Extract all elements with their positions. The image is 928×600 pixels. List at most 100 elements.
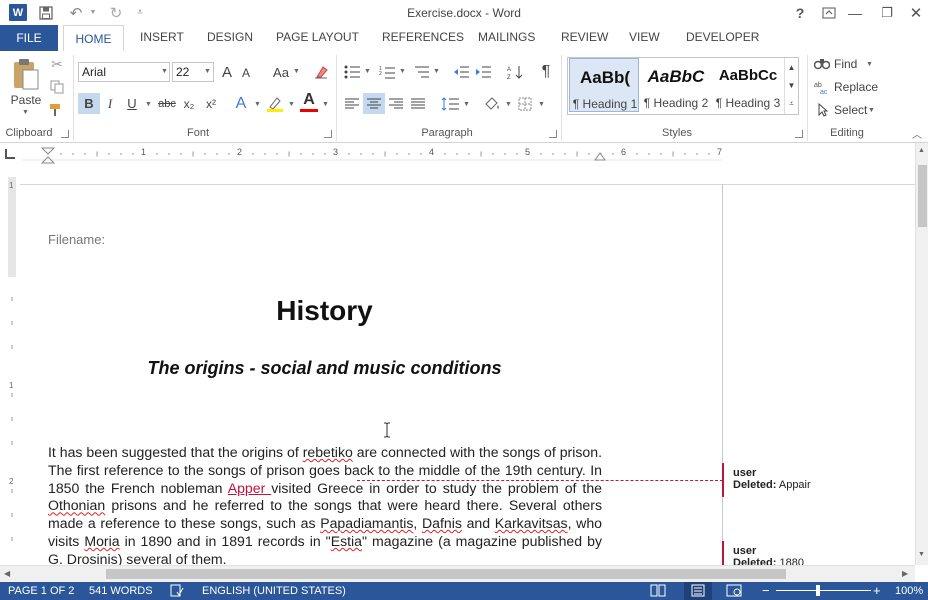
paste-icon[interactable] [8, 57, 44, 93]
paste-button-label[interactable]: Paste [6, 93, 46, 107]
bullets-icon[interactable] [343, 63, 361, 81]
print-layout-icon[interactable] [684, 582, 712, 600]
close-button[interactable]: ✕ [907, 4, 925, 22]
tab-home[interactable]: HOME [63, 25, 124, 51]
style-heading-1[interactable]: AaBb( ¶ Heading 1 [569, 58, 639, 112]
styles-more-icon[interactable]: ⩡ [784, 94, 798, 114]
tab-design[interactable]: DESIGN [207, 30, 253, 46]
clipboard-launcher-icon[interactable] [61, 130, 69, 138]
font-color-icon[interactable]: A [300, 91, 318, 109]
clear-formatting-icon[interactable] [312, 63, 330, 81]
font-size-dropdown-icon[interactable]: ▼ [204, 68, 211, 75]
misspelled-word[interactable]: Othonian [48, 497, 105, 513]
markup-balloon[interactable]: user Deleted: 1880 [733, 545, 804, 565]
zoom-slider-track[interactable] [776, 590, 871, 591]
vertical-scrollbar[interactable]: ▲ ▼ [915, 143, 928, 565]
misspelled-word[interactable]: Moria [84, 533, 119, 549]
paragraph-launcher-icon[interactable] [549, 130, 557, 138]
show-formatting-marks-icon[interactable]: ¶ [537, 62, 555, 82]
find-button[interactable]: Find [834, 57, 857, 71]
help-icon[interactable]: ? [792, 4, 808, 21]
scroll-up-icon[interactable]: ▲ [918, 147, 925, 154]
font-name-box[interactable]: Arial [78, 62, 170, 82]
text-effects-icon[interactable]: A [232, 93, 250, 114]
borders-icon[interactable] [516, 94, 534, 114]
horizontal-ruler[interactable]: 1 2 3 4 5 6 7 [22, 147, 722, 164]
zoom-level[interactable]: 100% [895, 585, 923, 597]
proofing-icon[interactable] [170, 584, 184, 600]
multilevel-list-icon[interactable] [412, 63, 430, 81]
line-spacing-dropdown-icon[interactable]: ▼ [463, 101, 470, 108]
find-icon[interactable] [814, 56, 830, 72]
superscript-button[interactable]: x² [202, 93, 220, 114]
paste-dropdown-icon[interactable]: ▼ [22, 109, 29, 116]
align-center-icon[interactable] [363, 93, 385, 114]
format-painter-icon[interactable] [48, 101, 66, 119]
line-spacing-icon[interactable] [440, 94, 460, 114]
collapse-ribbon-icon[interactable]: ︿ [911, 127, 923, 141]
tab-insert[interactable]: INSERT [140, 30, 184, 46]
misspelled-word[interactable]: Dafnis [422, 515, 462, 531]
styles-launcher-icon[interactable] [795, 130, 803, 138]
filename-label[interactable]: Filename: [48, 232, 105, 247]
language-status[interactable]: ENGLISH (UNITED STATES) [202, 585, 346, 597]
tab-developer[interactable]: DEVELOPER [686, 30, 759, 46]
heading-1-history[interactable]: History [48, 295, 601, 327]
justify-icon[interactable] [409, 94, 427, 114]
font-launcher-icon[interactable] [324, 130, 332, 138]
increase-indent-icon[interactable] [474, 63, 492, 81]
shading-icon[interactable] [482, 94, 502, 114]
horizontal-scrollbar[interactable]: ◀ ▶ [0, 565, 915, 582]
misspelled-word[interactable]: Estia [331, 533, 362, 549]
vertical-ruler[interactable]: 1 1 2 [6, 177, 18, 565]
markup-balloon[interactable]: user Deleted: Appair [733, 467, 811, 491]
first-line-indent-marker-icon[interactable] [41, 147, 55, 165]
font-name-dropdown-icon[interactable]: ▼ [161, 68, 168, 75]
styles-scroll-up-icon[interactable]: ▲ [784, 58, 798, 76]
body-paragraph[interactable]: It has been suggested that the origins o… [48, 444, 602, 565]
page-count[interactable]: PAGE 1 OF 2 [8, 585, 74, 597]
cut-icon[interactable]: ✂ [48, 55, 66, 73]
align-left-icon[interactable] [343, 94, 361, 114]
change-case-dropdown-icon[interactable]: ▼ [293, 68, 300, 75]
scroll-left-icon[interactable]: ◀ [4, 569, 10, 578]
multilevel-dropdown-icon[interactable]: ▼ [433, 68, 440, 75]
zoom-out-button[interactable]: − [762, 583, 770, 598]
tab-mailings[interactable]: MAILINGS [478, 30, 535, 46]
scroll-down-icon[interactable]: ▼ [918, 551, 925, 558]
change-case-icon[interactable]: Aa [270, 63, 292, 81]
copy-icon[interactable] [48, 78, 66, 96]
tab-references[interactable]: REFERENCES [382, 30, 464, 46]
numbering-icon[interactable]: 12 [378, 63, 396, 81]
zoom-in-button[interactable]: + [873, 583, 881, 598]
misspelled-word[interactable]: rebetiko [303, 444, 353, 460]
minimize-button[interactable]: — [846, 4, 864, 21]
web-layout-icon[interactable] [726, 584, 742, 600]
italic-button[interactable]: I [102, 93, 118, 114]
ribbon-display-options-icon[interactable] [820, 4, 838, 21]
tab-page-layout[interactable]: PAGE LAYOUT [276, 30, 359, 46]
underline-button[interactable]: U [124, 93, 140, 114]
style-heading-3[interactable]: AaBbCc ¶ Heading 3 [713, 58, 783, 112]
highlight-icon[interactable] [265, 93, 285, 114]
bold-button[interactable]: B [78, 93, 100, 114]
horizontal-scroll-thumb[interactable] [106, 569, 786, 579]
document-area[interactable]: 1 1 2 Filename: History The origins - so… [0, 167, 915, 565]
select-button[interactable]: Select [834, 103, 867, 117]
grow-font-icon[interactable]: A [219, 63, 235, 81]
vertical-scroll-thumb[interactable] [918, 165, 927, 227]
sort-icon[interactable]: AZ [506, 63, 524, 81]
read-mode-icon[interactable] [650, 584, 666, 600]
highlight-dropdown-icon[interactable]: ▼ [288, 101, 295, 108]
borders-dropdown-icon[interactable]: ▼ [538, 101, 545, 108]
restore-button[interactable]: ❐ [878, 4, 896, 21]
misspelled-word[interactable]: Karkavitsas [495, 515, 568, 531]
styles-scroll-down-icon[interactable]: ▼ [784, 76, 798, 94]
scroll-right-icon[interactable]: ▶ [902, 569, 908, 578]
find-dropdown-icon[interactable]: ▼ [866, 61, 873, 68]
replace-icon[interactable]: ab ac [814, 79, 830, 95]
tracked-insertion[interactable]: Apper [228, 480, 272, 496]
word-count[interactable]: 541 WORDS [89, 585, 153, 597]
shrink-font-icon[interactable]: A [239, 65, 253, 81]
zoom-slider-thumb[interactable] [816, 585, 820, 596]
